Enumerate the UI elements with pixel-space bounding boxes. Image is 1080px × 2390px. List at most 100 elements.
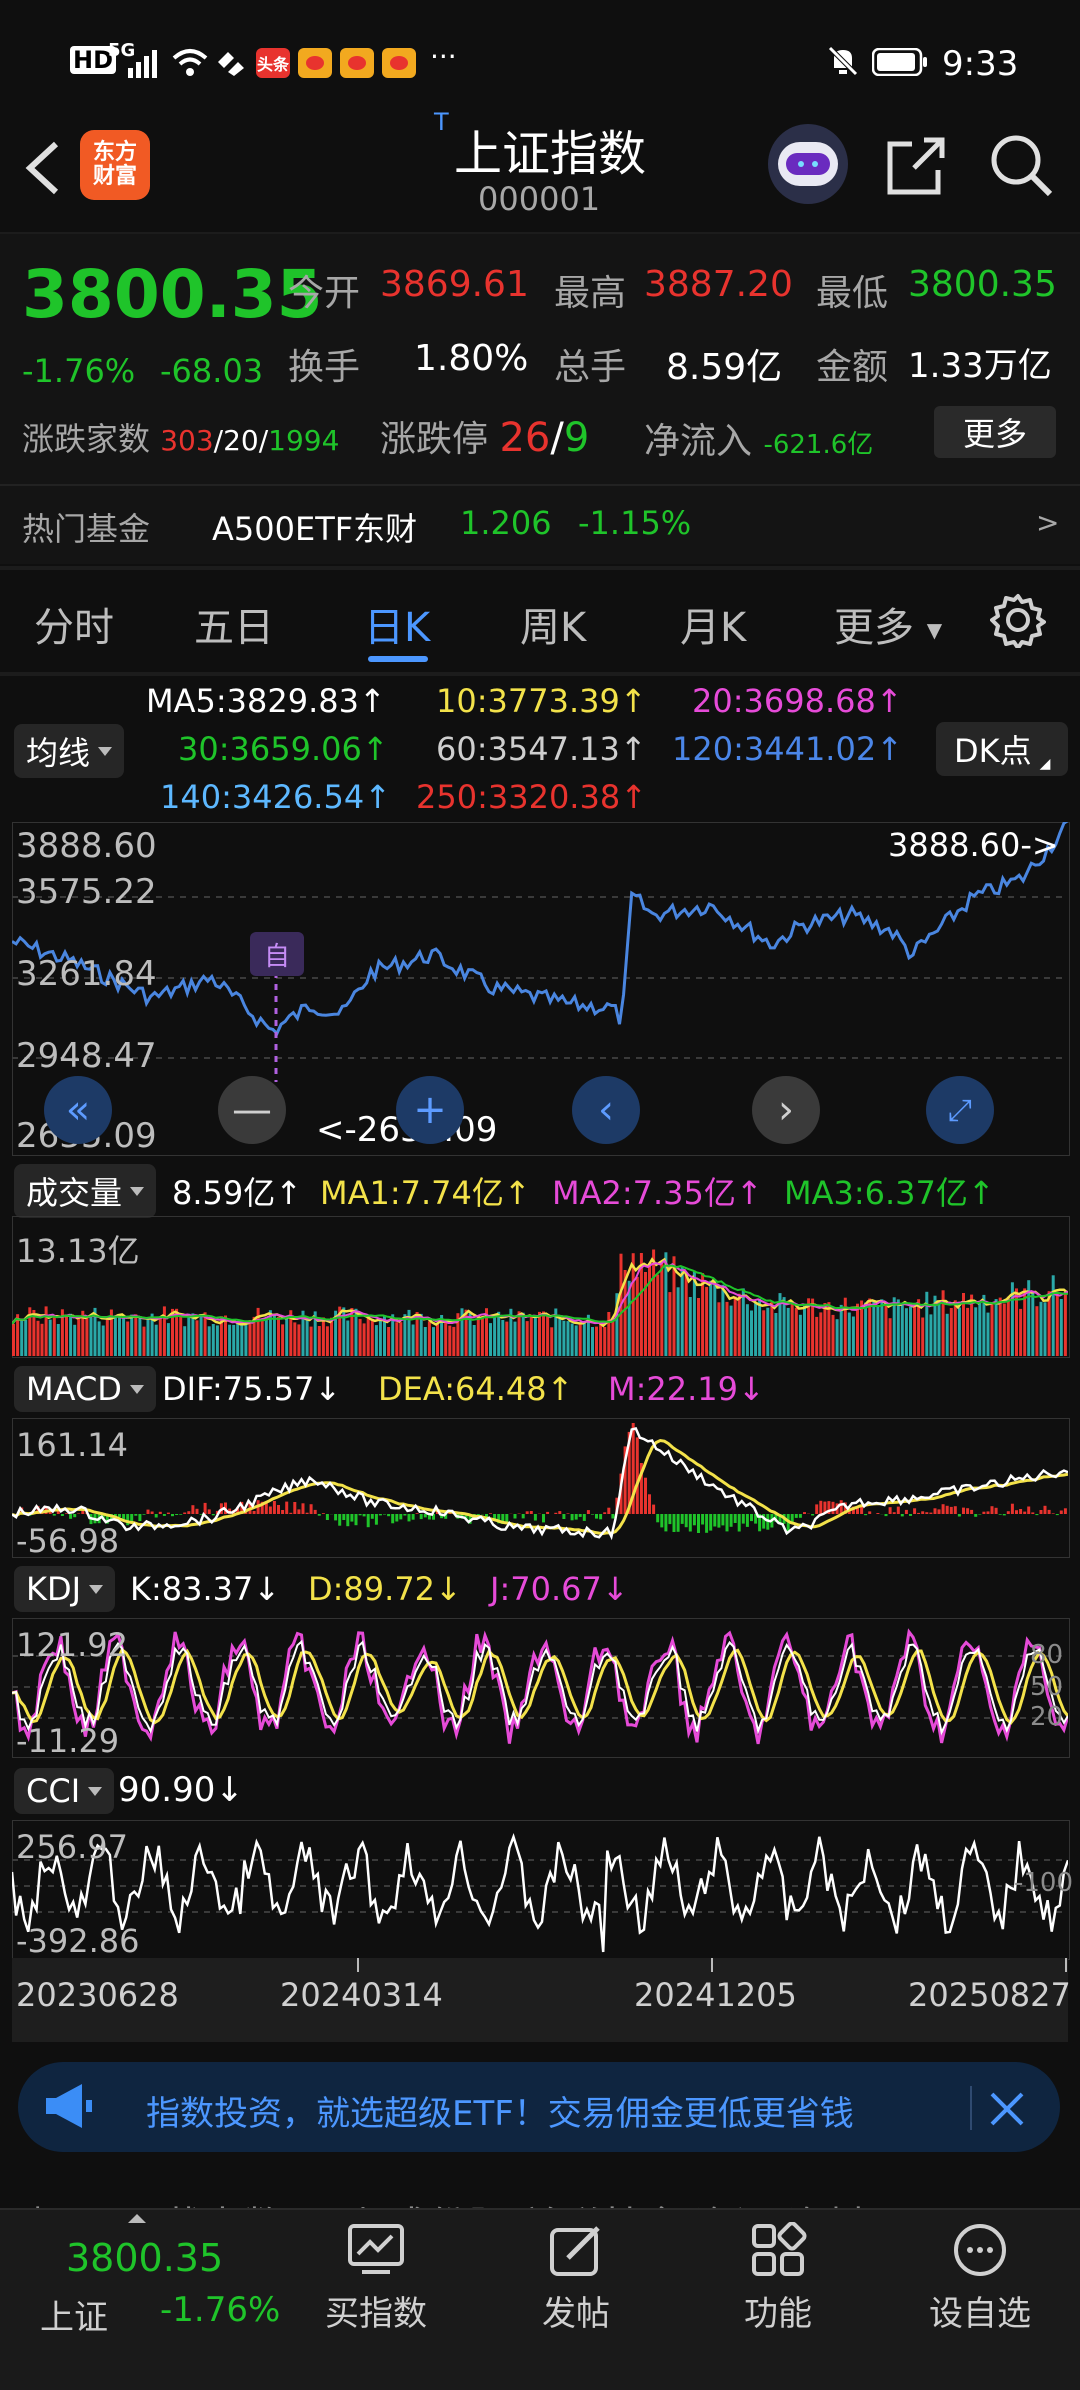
open-value: 3869.61 (380, 264, 529, 305)
limit-label: 涨跌停 (380, 419, 488, 460)
max-price-annotation: 3888.60-> (888, 826, 1059, 864)
share-icon[interactable] (884, 134, 948, 198)
tab-monthly-k[interactable]: 月K (680, 595, 746, 653)
ai-assistant-icon[interactable] (768, 124, 848, 204)
post-label: 发帖 (542, 2294, 610, 2334)
buy-index-button[interactable]: 买指数 (306, 2222, 446, 2335)
date-label-4: 20250827 (908, 1976, 1071, 2014)
scroll-left-button[interactable]: ‹ (572, 1076, 640, 1144)
date-label-2: 20240314 (280, 1976, 443, 2014)
cci-ref-m100: -100 (1014, 1868, 1073, 1898)
open-label: 今开 (288, 264, 360, 316)
weibo-icon (298, 48, 332, 78)
zoom-in-button[interactable]: + (396, 1076, 464, 1144)
post-button[interactable]: 发帖 (506, 2222, 646, 2335)
amount-label: 金额 (816, 338, 888, 390)
tab-daily-k[interactable]: 日K (364, 595, 430, 653)
stock-code: 000001 (478, 180, 600, 218)
volume-ma1: MA1:7.74亿↑ (320, 1168, 531, 1214)
more-button[interactable]: 更多 (934, 406, 1056, 458)
promo-banner-text[interactable]: 指数投资，就选超级ETF！交易佣金更低更省钱 (146, 2086, 956, 2135)
tab-weekly-k[interactable]: 周K (520, 595, 586, 653)
bottom-index-price[interactable]: 3800.35 (66, 2236, 223, 2280)
price-chart (12, 822, 1068, 1154)
dk-corner-icon: ◢ (1040, 756, 1051, 772)
status-bar: HD 5G 头条 ··· 9:33 (0, 0, 1080, 120)
scroll-left-fast-button[interactable]: « (44, 1076, 112, 1144)
breadth-up: 303 (160, 424, 213, 457)
hot-fund-name[interactable]: A500ETF东财 (212, 504, 417, 550)
back-icon[interactable] (22, 140, 62, 196)
active-tab-indicator (368, 656, 428, 662)
ma20-label: 20:3698.68↑ (692, 682, 903, 720)
fullscreen-button[interactable]: ⤢ (926, 1076, 994, 1144)
functions-label: 功能 (744, 2294, 812, 2334)
volume-selector[interactable]: 成交量 (14, 1164, 156, 1218)
ma-selector[interactable]: 均线 (14, 724, 124, 778)
bottom-index-change[interactable]: -1.76% (160, 2290, 280, 2330)
macd-dea: DEA:64.48↑ (378, 1370, 573, 1408)
date-label-1: 20230628 (16, 1976, 179, 2014)
macd-histogram (16, 1423, 1068, 1533)
functions-button[interactable]: 功能 (708, 2222, 848, 2335)
breadth-down: 1994 (268, 424, 339, 457)
cci-selector-label: CCI (26, 1772, 80, 1810)
ma5-label: MA5:3829.83↑ (146, 682, 386, 720)
kdj-k: K:83.37↓ (130, 1570, 280, 1608)
logo-line-1: 东方 (93, 140, 137, 165)
price-y-label-2: 3575.22 (16, 872, 157, 912)
signal-icon (128, 48, 162, 78)
low-value: 3800.35 (908, 264, 1057, 305)
kdj-y-bottom: -11.29 (16, 1722, 119, 1760)
macd-y-bottom: -56.98 (16, 1522, 119, 1560)
kdj-ref-20: 20 (1030, 1702, 1063, 1732)
limit-down: 9 (564, 415, 589, 461)
bottom-index-name[interactable]: 上证 (40, 2290, 108, 2339)
breadth-row: 涨跌家数 303/20/1994 (22, 414, 339, 460)
price-y-label-4: 2948.47 (16, 1036, 157, 1076)
scroll-right-button[interactable]: › (752, 1076, 820, 1144)
inflow-row: 净流入 -621.6亿 (644, 412, 873, 464)
dea-line (12, 1441, 1068, 1534)
page-title: 上证指数 (454, 114, 646, 184)
limit-row: 涨跌停 26/9 (380, 410, 589, 462)
macd-dif: DIF:75.57↓ (162, 1370, 341, 1408)
expand-icon: ⤢ (948, 1093, 972, 1128)
tab-minute[interactable]: 分时 (34, 595, 114, 653)
more-circle-icon (950, 2222, 1010, 2278)
cci-y-top: 256.97 (16, 1828, 128, 1866)
index-expand-icon[interactable] (128, 2214, 146, 2223)
cci-value: 90.90↓ (118, 1770, 244, 1810)
kdj-selector[interactable]: KDJ (14, 1566, 115, 1612)
volume-chart (12, 1216, 1068, 1356)
hot-fund-arrow[interactable]: > (1036, 506, 1059, 539)
ma60-label: 60:3547.13↑ (436, 730, 647, 768)
close-icon[interactable] (988, 2090, 1026, 2128)
gear-icon[interactable] (990, 592, 1046, 648)
chevron-left-icon: ‹ (598, 1087, 614, 1133)
search-icon[interactable] (988, 132, 1054, 198)
macd-selector[interactable]: MACD (14, 1366, 156, 1412)
dk-point-button[interactable]: DK点 ◢ (936, 722, 1068, 776)
volume-label: 总手 (554, 338, 626, 390)
custom-marker[interactable]: 自 (250, 932, 304, 976)
nfc-icon (214, 48, 248, 76)
info-subtabs[interactable]: 概况 下载点数 异动 成份股 关联基金 资讯 资料 (0, 2168, 1080, 2208)
chart-icon (346, 2222, 406, 2278)
plus-icon: + (413, 1087, 447, 1133)
kdj-ref-80: 80 (1030, 1640, 1063, 1670)
dk-point-label: DK点 (954, 726, 1032, 772)
tab-more[interactable]: 更多 ▼ (834, 595, 942, 653)
minus-icon: — (232, 1087, 272, 1133)
zoom-out-button[interactable]: — (218, 1076, 286, 1144)
tab-five-day[interactable]: 五日 (194, 595, 274, 653)
title-prefix: T (434, 108, 449, 136)
app-logo: 东方财富 (80, 130, 150, 200)
tab-more-caret-icon: ▼ (927, 618, 942, 642)
ma140-label: 140:3426.54↑ (160, 778, 391, 816)
breadth-sep-2: / (259, 424, 268, 457)
ma30-label: 30:3659.06↑ (178, 730, 389, 768)
cci-selector[interactable]: CCI (14, 1768, 114, 1814)
turnover-value: 1.80% (414, 338, 528, 379)
add-watchlist-button[interactable]: 设自选 (910, 2222, 1050, 2335)
